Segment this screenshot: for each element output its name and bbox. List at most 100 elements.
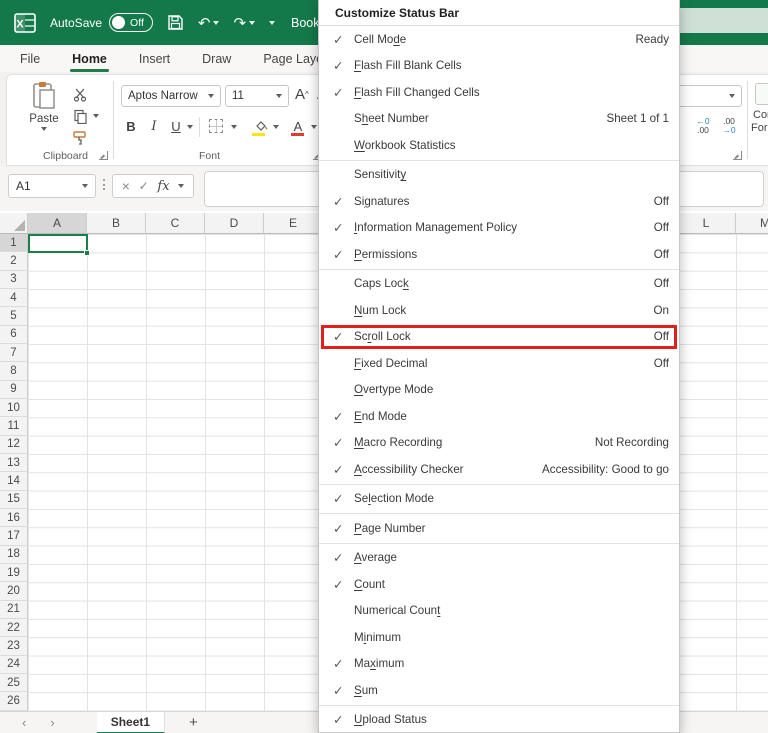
row-header-20[interactable]: 20 [0, 582, 28, 601]
menu-item-caps-lock[interactable]: Caps Lock Off [319, 271, 679, 298]
row-header-13[interactable]: 13 [0, 453, 28, 473]
menu-item-information-management-policy[interactable]: ✓ Information Management Policy Off [319, 215, 679, 242]
row-header-6[interactable]: 6 [0, 325, 28, 344]
menu-item-sheet-number[interactable]: Sheet Number Sheet 1 of 1 [319, 106, 679, 133]
bold-button[interactable]: B [122, 115, 140, 137]
fx-dropdown-icon[interactable] [178, 184, 185, 188]
menu-item-accessibility-checker[interactable]: ✓ Accessibility Checker Accessibility: Goo… [319, 456, 679, 483]
menu-item-fixed-decimal[interactable]: Fixed Decimal Off [319, 350, 679, 377]
format-painter-button[interactable] [71, 129, 89, 147]
add-sheet-button[interactable]: + [189, 714, 198, 731]
undo-button[interactable]: ↶ [198, 14, 220, 32]
quick-access-toolbar-button[interactable] [269, 20, 276, 25]
row-header-22[interactable]: 22 [0, 618, 28, 638]
column-header-e[interactable]: E [264, 213, 323, 234]
row-header-14[interactable]: 14 [0, 472, 28, 491]
row-header-25[interactable]: 25 [0, 673, 28, 693]
column-header-c[interactable]: C [146, 213, 205, 234]
italic-button[interactable]: I [145, 115, 163, 137]
borders-dropdown-icon[interactable] [231, 125, 237, 129]
paste-button[interactable]: Paste [21, 81, 67, 153]
menu-item-page-number[interactable]: ✓ Page Number [319, 515, 679, 542]
menu-item-sensitivity[interactable]: Sensitivity [319, 162, 679, 189]
name-box[interactable]: A1 [8, 174, 96, 198]
row-header-9[interactable]: 9 [0, 380, 28, 399]
prev-sheet-button[interactable]: ‹ [22, 715, 26, 730]
row-header-16[interactable]: 16 [0, 508, 28, 528]
insert-function-button[interactable]: fx [157, 179, 169, 194]
row-header-17[interactable]: 17 [0, 527, 28, 546]
menu-item-average[interactable]: ✓ Average [319, 545, 679, 572]
fill-color-button[interactable] [251, 115, 269, 137]
row-header-2[interactable]: 2 [0, 252, 28, 271]
tab-file[interactable]: File [18, 48, 42, 70]
menu-item-upload-status[interactable]: ✓ Upload Status [319, 707, 679, 733]
menu-item-scroll-lock[interactable]: ✓ Scroll Lock Off [319, 324, 679, 351]
decrease-decimal-button[interactable]: ←0 .00 [691, 117, 715, 135]
underline-button[interactable]: U [167, 115, 185, 137]
menu-item-overtype-mode[interactable]: Overtype Mode [319, 377, 679, 404]
tab-home[interactable]: Home [70, 48, 109, 72]
next-sheet-button[interactable]: › [50, 715, 54, 730]
row-header-18[interactable]: 18 [0, 545, 28, 564]
formula-bar-grip[interactable] [103, 179, 105, 190]
copy-button[interactable] [71, 107, 89, 125]
menu-item-sum[interactable]: ✓ Sum [319, 677, 679, 704]
row-header-4[interactable]: 4 [0, 288, 28, 308]
menu-item-count[interactable]: ✓ Count [319, 571, 679, 598]
font-color-button[interactable]: A [289, 115, 307, 137]
row-header-21[interactable]: 21 [0, 600, 28, 619]
conditional-formatting-label-line2[interactable]: Form [751, 122, 768, 134]
select-all-button[interactable] [0, 213, 28, 234]
increase-decimal-button[interactable]: .00 →0 [717, 117, 741, 135]
menu-item-maximum[interactable]: ✓ Maximum [319, 651, 679, 678]
font-size-combo[interactable]: 11 [225, 85, 289, 107]
menu-item-num-lock[interactable]: Num Lock On [319, 297, 679, 324]
redo-dropdown-icon[interactable] [249, 20, 256, 25]
enter-button[interactable]: ✓ [139, 179, 149, 193]
copy-dropdown-icon[interactable] [93, 114, 99, 118]
menu-item-flash-fill-blank-cells[interactable]: ✓ Flash Fill Blank Cells [319, 53, 679, 80]
column-header-m[interactable]: M [736, 213, 768, 234]
sheet-tab-sheet1[interactable]: Sheet1 [96, 711, 166, 733]
redo-button[interactable]: ↷ [233, 14, 256, 32]
increase-font-size-button[interactable]: A ^ [295, 83, 309, 105]
menu-item-permissions[interactable]: ✓ Permissions Off [319, 241, 679, 268]
column-header-a[interactable]: A [28, 213, 87, 234]
undo-dropdown-icon[interactable] [213, 20, 220, 25]
menu-item-end-mode[interactable]: ✓ End Mode [319, 403, 679, 430]
tab-insert[interactable]: Insert [137, 48, 172, 70]
menu-item-minimum[interactable]: Minimum [319, 624, 679, 651]
tab-draw[interactable]: Draw [200, 48, 233, 70]
row-header-19[interactable]: 19 [0, 563, 28, 583]
column-header-b[interactable]: B [87, 213, 146, 234]
menu-item-numerical-count[interactable]: Numerical Count [319, 598, 679, 625]
borders-button[interactable] [209, 119, 223, 133]
font-color-dropdown-icon[interactable] [311, 125, 317, 129]
row-header-15[interactable]: 15 [0, 490, 28, 509]
row-header-24[interactable]: 24 [0, 655, 28, 674]
row-header-11[interactable]: 11 [0, 417, 28, 436]
cut-button[interactable] [71, 85, 89, 103]
row-header-10[interactable]: 10 [0, 398, 28, 418]
font-name-combo[interactable]: Aptos Narrow [121, 85, 221, 107]
selected-cell-a1[interactable] [28, 234, 88, 253]
row-header-3[interactable]: 3 [0, 270, 28, 289]
underline-dropdown-icon[interactable] [187, 125, 193, 129]
menu-item-flash-fill-changed-cells[interactable]: ✓ Flash Fill Changed Cells [319, 79, 679, 106]
menu-item-cell-mode[interactable]: ✓ Cell Mode Ready [319, 26, 679, 53]
paste-dropdown-icon[interactable] [41, 127, 47, 131]
column-header-d[interactable]: D [205, 213, 264, 234]
row-header-5[interactable]: 5 [0, 307, 28, 326]
row-header-1[interactable]: 1 [0, 234, 28, 253]
conditional-formatting-label-line1[interactable]: Con [753, 109, 768, 121]
row-header-23[interactable]: 23 [0, 637, 28, 656]
menu-item-macro-recording[interactable]: ✓ Macro Recording Not Recording [319, 430, 679, 457]
menu-item-selection-mode[interactable]: ✓ Selection Mode [319, 486, 679, 513]
autosave-control[interactable]: AutoSave Off [50, 13, 153, 32]
cancel-button[interactable]: × [122, 178, 130, 194]
save-button[interactable] [167, 14, 184, 31]
row-header-12[interactable]: 12 [0, 435, 28, 454]
menu-item-signatures[interactable]: ✓ Signatures Off [319, 188, 679, 215]
row-header-8[interactable]: 8 [0, 362, 28, 381]
